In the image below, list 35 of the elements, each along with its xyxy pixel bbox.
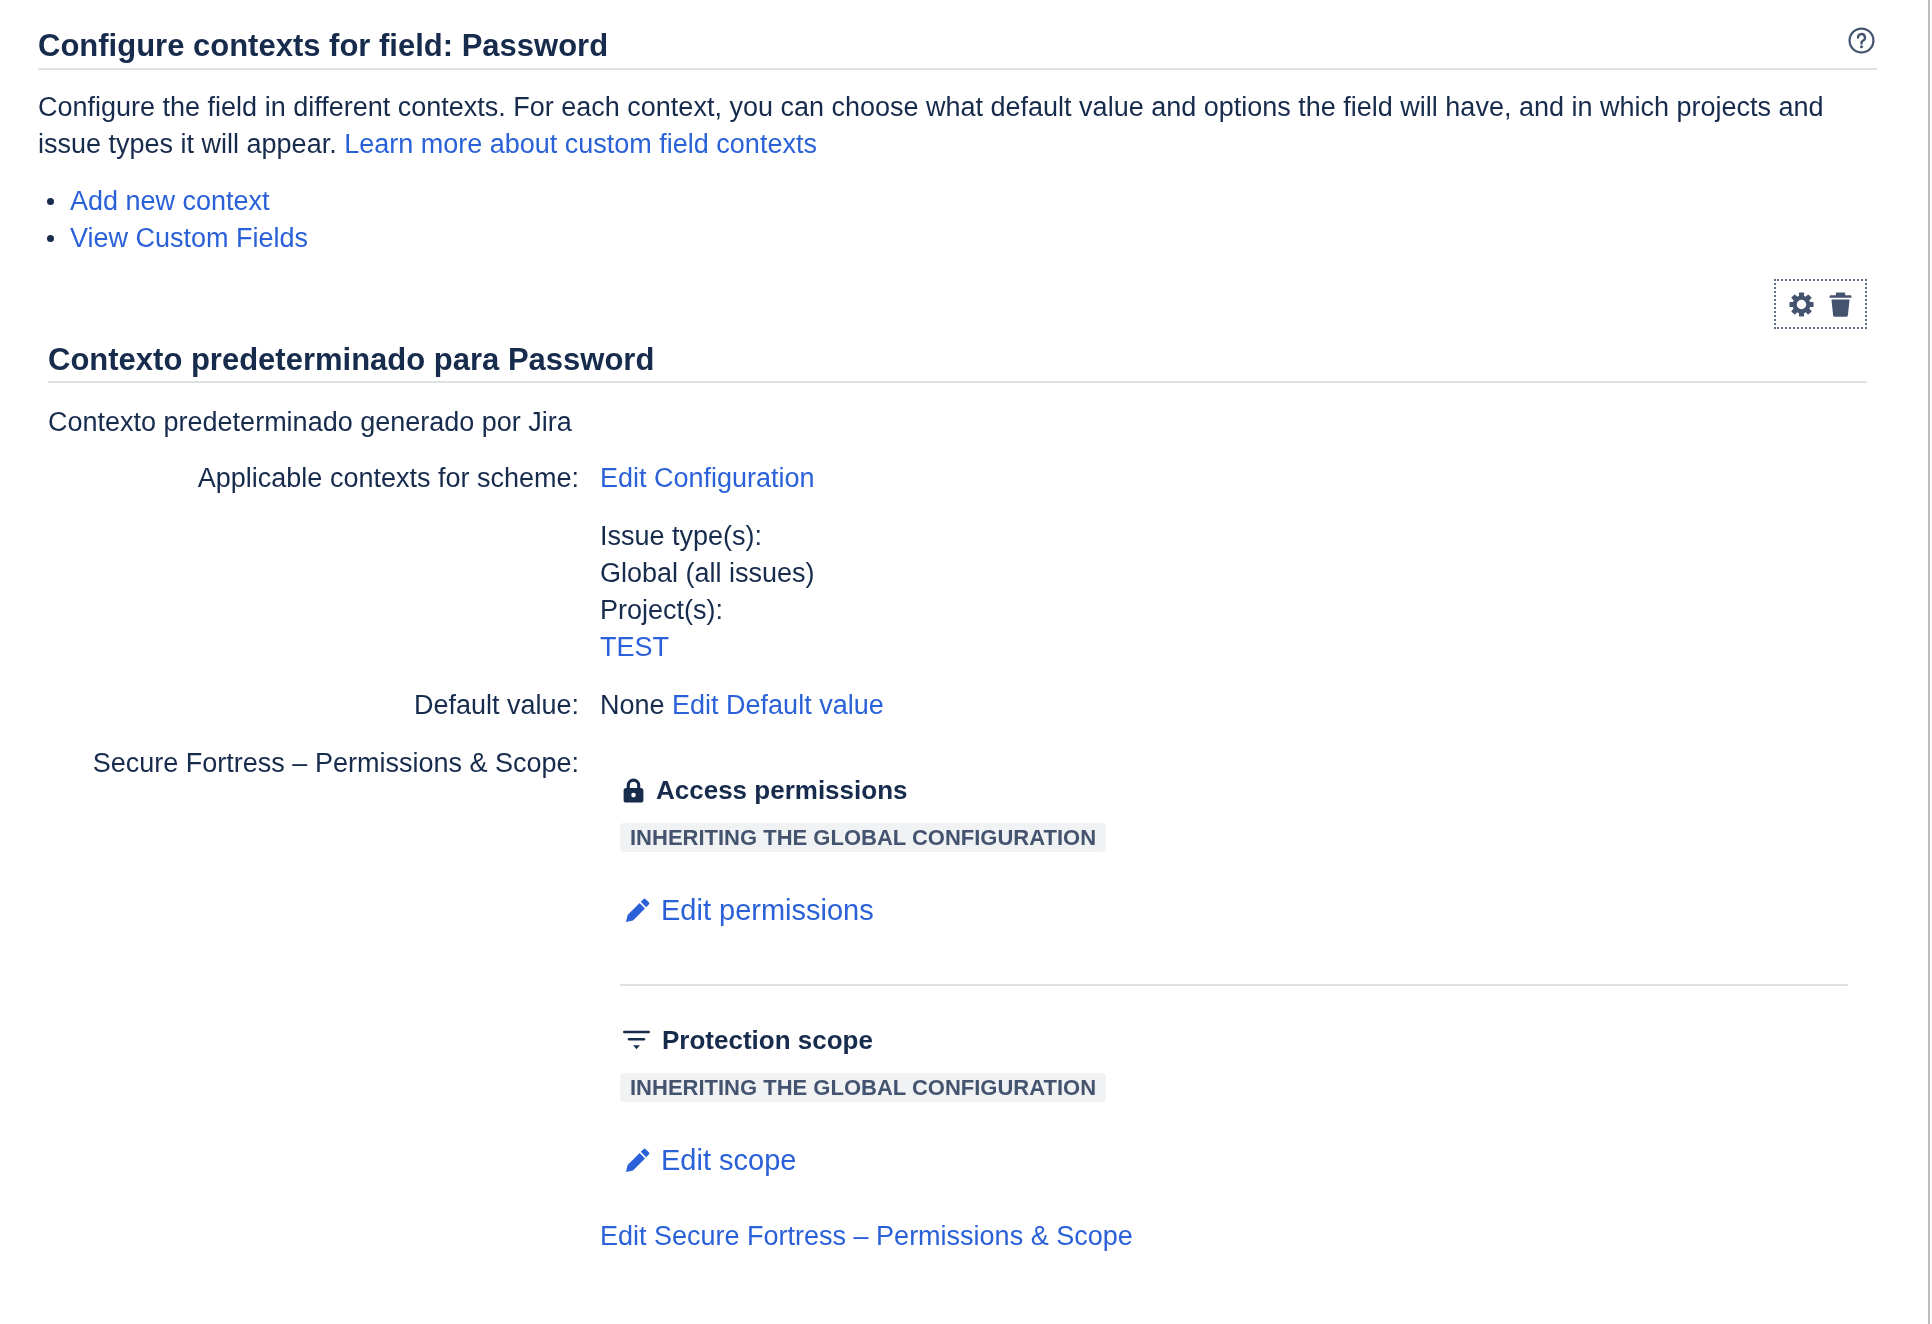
detail-text: Global (all issues) <box>600 558 815 588</box>
help-icon[interactable] <box>1848 27 1875 54</box>
intro-text: Configure the field in different contexts. For each context, you can choose what default value and options the field will have, and in which projects and issue types it will appear. Learn more about custom field contexts <box>38 91 1825 161</box>
section-title: Protection scope <box>662 1025 873 1055</box>
filter-icon <box>623 1030 650 1050</box>
default-value-text: None <box>600 690 665 720</box>
edit-default-link[interactable]: Edit Default value <box>672 690 884 720</box>
settings-button[interactable] <box>1788 290 1815 318</box>
detail-text: Project(s): <box>600 595 724 625</box>
edit-configuration-link[interactable]: Edit Configuration <box>600 463 815 493</box>
bullet-icon <box>47 198 54 205</box>
bullet-icon <box>47 235 54 242</box>
section-title: Access permissions <box>656 775 908 805</box>
pencil-icon <box>625 1147 650 1173</box>
edit-app-link[interactable]: Edit Secure Fortress – Permissions & Scope <box>600 1221 1133 1251</box>
field-label: Secure Fortress – Permissions & Scope: <box>92 747 579 780</box>
learn-more-link[interactable]: Learn more about custom field contexts <box>344 129 817 159</box>
delete-button[interactable] <box>1829 291 1852 317</box>
pencil-icon <box>625 897 650 923</box>
lock-icon <box>623 777 644 803</box>
field-label: Applicable contexts for scheme: <box>197 462 579 495</box>
status-tag: INHERITING THE GLOBAL CONFIGURATION <box>620 823 1107 852</box>
field-label: Default value: <box>413 689 579 722</box>
context-title: Contexto predeterminado para Password <box>48 341 655 379</box>
nav-link[interactable]: View Custom Fields <box>70 220 309 257</box>
gear-icon <box>1788 290 1815 318</box>
context-description: Contexto predeterminado generado por Jira <box>48 406 572 439</box>
edit-link[interactable]: Edit scope <box>620 1142 797 1178</box>
edit-link[interactable]: Edit permissions <box>620 892 874 928</box>
trash-icon <box>1829 291 1852 317</box>
nav-link[interactable]: Add new context <box>70 183 270 220</box>
status-tag: INHERITING THE GLOBAL CONFIGURATION <box>620 1073 1107 1102</box>
detail-text: Issue type(s): <box>600 521 763 551</box>
page-title: Configure contexts for field: Password <box>38 27 609 65</box>
project-link[interactable]: TEST <box>600 632 669 662</box>
